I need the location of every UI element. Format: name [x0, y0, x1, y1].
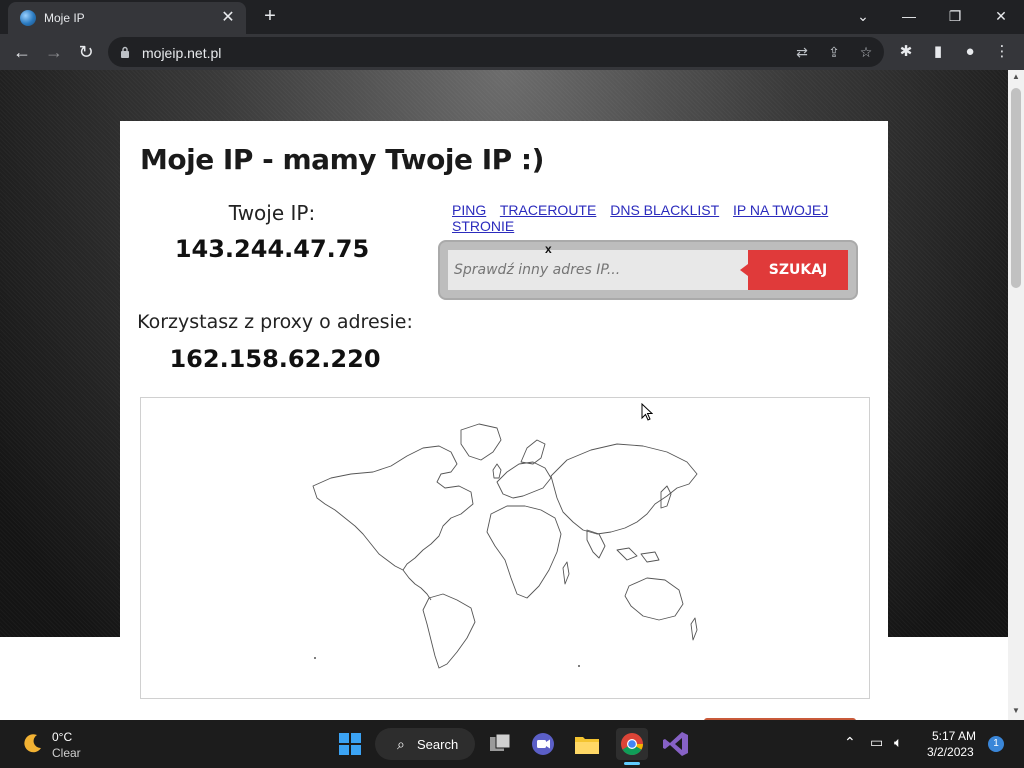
sidebar-icon[interactable]: ▮ — [926, 40, 950, 64]
proxy-ip-value: 162.158.62.220 — [169, 345, 381, 373]
new-tab-button[interactable]: + — [258, 5, 282, 29]
tab-title: Moje IP — [44, 11, 85, 25]
search-button[interactable]: SZUKAJ — [740, 250, 848, 290]
restore-button[interactable]: ❐ — [940, 4, 970, 28]
ip-search-input[interactable] — [448, 250, 750, 290]
volume-icon[interactable]: 🔈︎ — [894, 734, 902, 751]
page-viewport: Moje IP - mamy Twoje IP :) Twoje IP: 143… — [0, 70, 1008, 720]
visual-studio-icon[interactable] — [660, 728, 692, 760]
forward-icon[interactable]: → — [42, 40, 66, 64]
moon-icon[interactable] — [22, 732, 44, 754]
url-text[interactable]: mojeip.net.pl — [142, 45, 221, 61]
link-ping[interactable]: PING — [452, 202, 486, 218]
world-map[interactable] — [140, 397, 870, 699]
network-icon[interactable]: ▭ — [870, 734, 883, 751]
lock-icon — [121, 46, 129, 58]
taskbar-search-label: Search — [417, 737, 459, 752]
scrollbar-thumb[interactable] — [1011, 88, 1021, 288]
clear-search-button[interactable]: x — [545, 242, 552, 256]
meet-icon[interactable] — [527, 728, 559, 760]
scroll-down-icon[interactable]: ▼ — [1008, 706, 1024, 718]
task-view-icon[interactable] — [484, 728, 516, 760]
ip-search-form: SZUKAJ — [438, 240, 858, 300]
active-app-indicator — [624, 762, 640, 765]
minimize-button[interactable]: — — [894, 4, 924, 28]
close-window-button[interactable]: ✕ — [986, 4, 1016, 28]
share-icon[interactable]: ⇪ — [824, 42, 844, 62]
globe-icon — [20, 10, 36, 26]
chrome-icon[interactable] — [616, 728, 648, 760]
taskbar: 0°C Clear ⌕ Search ⌃ ▭ 🔈︎ 5:17 AM 3/2/20… — [0, 720, 1024, 768]
windows-start-icon[interactable] — [334, 728, 366, 760]
close-tab-button[interactable]: ✕ — [218, 8, 238, 28]
browser-tab[interactable]: Moje IP ✕ — [8, 2, 246, 34]
back-icon[interactable]: ← — [10, 40, 34, 64]
chevron-up-icon[interactable]: ⌃ — [844, 734, 856, 751]
mouse-cursor-icon — [641, 403, 653, 421]
notification-badge[interactable]: 1 — [988, 736, 1004, 752]
tool-links: PING TRACEROUTE DNS BLACKLIST IP NA TWOJ… — [452, 202, 888, 234]
page-title: Moje IP - mamy Twoje IP :) — [140, 143, 544, 176]
extensions-icon[interactable]: ✱ — [894, 40, 918, 64]
link-dns-blacklist[interactable]: DNS BLACKLIST — [610, 202, 719, 218]
tab-search-button[interactable]: ⌄ — [848, 4, 878, 28]
address-bar[interactable]: mojeip.net.pl ⇄ ⇪ ☆ — [108, 37, 884, 67]
file-explorer-icon[interactable] — [571, 728, 603, 760]
star-icon[interactable]: ☆ — [856, 42, 876, 62]
scroll-up-icon[interactable]: ▲ — [1008, 72, 1024, 84]
clock-date[interactable]: 3/2/2023 — [927, 745, 974, 759]
reload-icon[interactable]: ↻ — [74, 40, 98, 64]
content-card: Moje IP - mamy Twoje IP :) Twoje IP: 143… — [120, 121, 888, 720]
link-traceroute[interactable]: TRACEROUTE — [500, 202, 596, 218]
tab-strip: Moje IP ✕ + ⌄ — ❐ ✕ — [0, 0, 1024, 34]
your-ip-label: Twoje IP: — [228, 201, 316, 225]
menu-icon[interactable]: ⋮ — [990, 40, 1014, 64]
page-scrollbar[interactable]: ▲ ▼ — [1008, 70, 1024, 720]
clock-time[interactable]: 5:17 AM — [932, 729, 976, 743]
search-icon: ⌕ — [397, 736, 405, 752]
world-map-outline — [312, 423, 698, 669]
your-ip-value: 143.244.47.75 — [174, 235, 370, 263]
taskbar-search[interactable]: ⌕ Search — [375, 728, 475, 760]
profile-icon[interactable]: ● — [958, 40, 982, 64]
proxy-label: Korzystasz z proxy o adresie: — [137, 311, 413, 333]
weather-condition[interactable]: Clear — [52, 746, 81, 760]
translate-icon[interactable]: ⇄ — [792, 42, 812, 62]
weather-temperature[interactable]: 0°C — [52, 730, 72, 744]
browser-toolbar: ← → ↻ mojeip.net.pl ⇄ ⇪ ☆ ✱ ▮ ● ⋮ — [0, 34, 1024, 70]
